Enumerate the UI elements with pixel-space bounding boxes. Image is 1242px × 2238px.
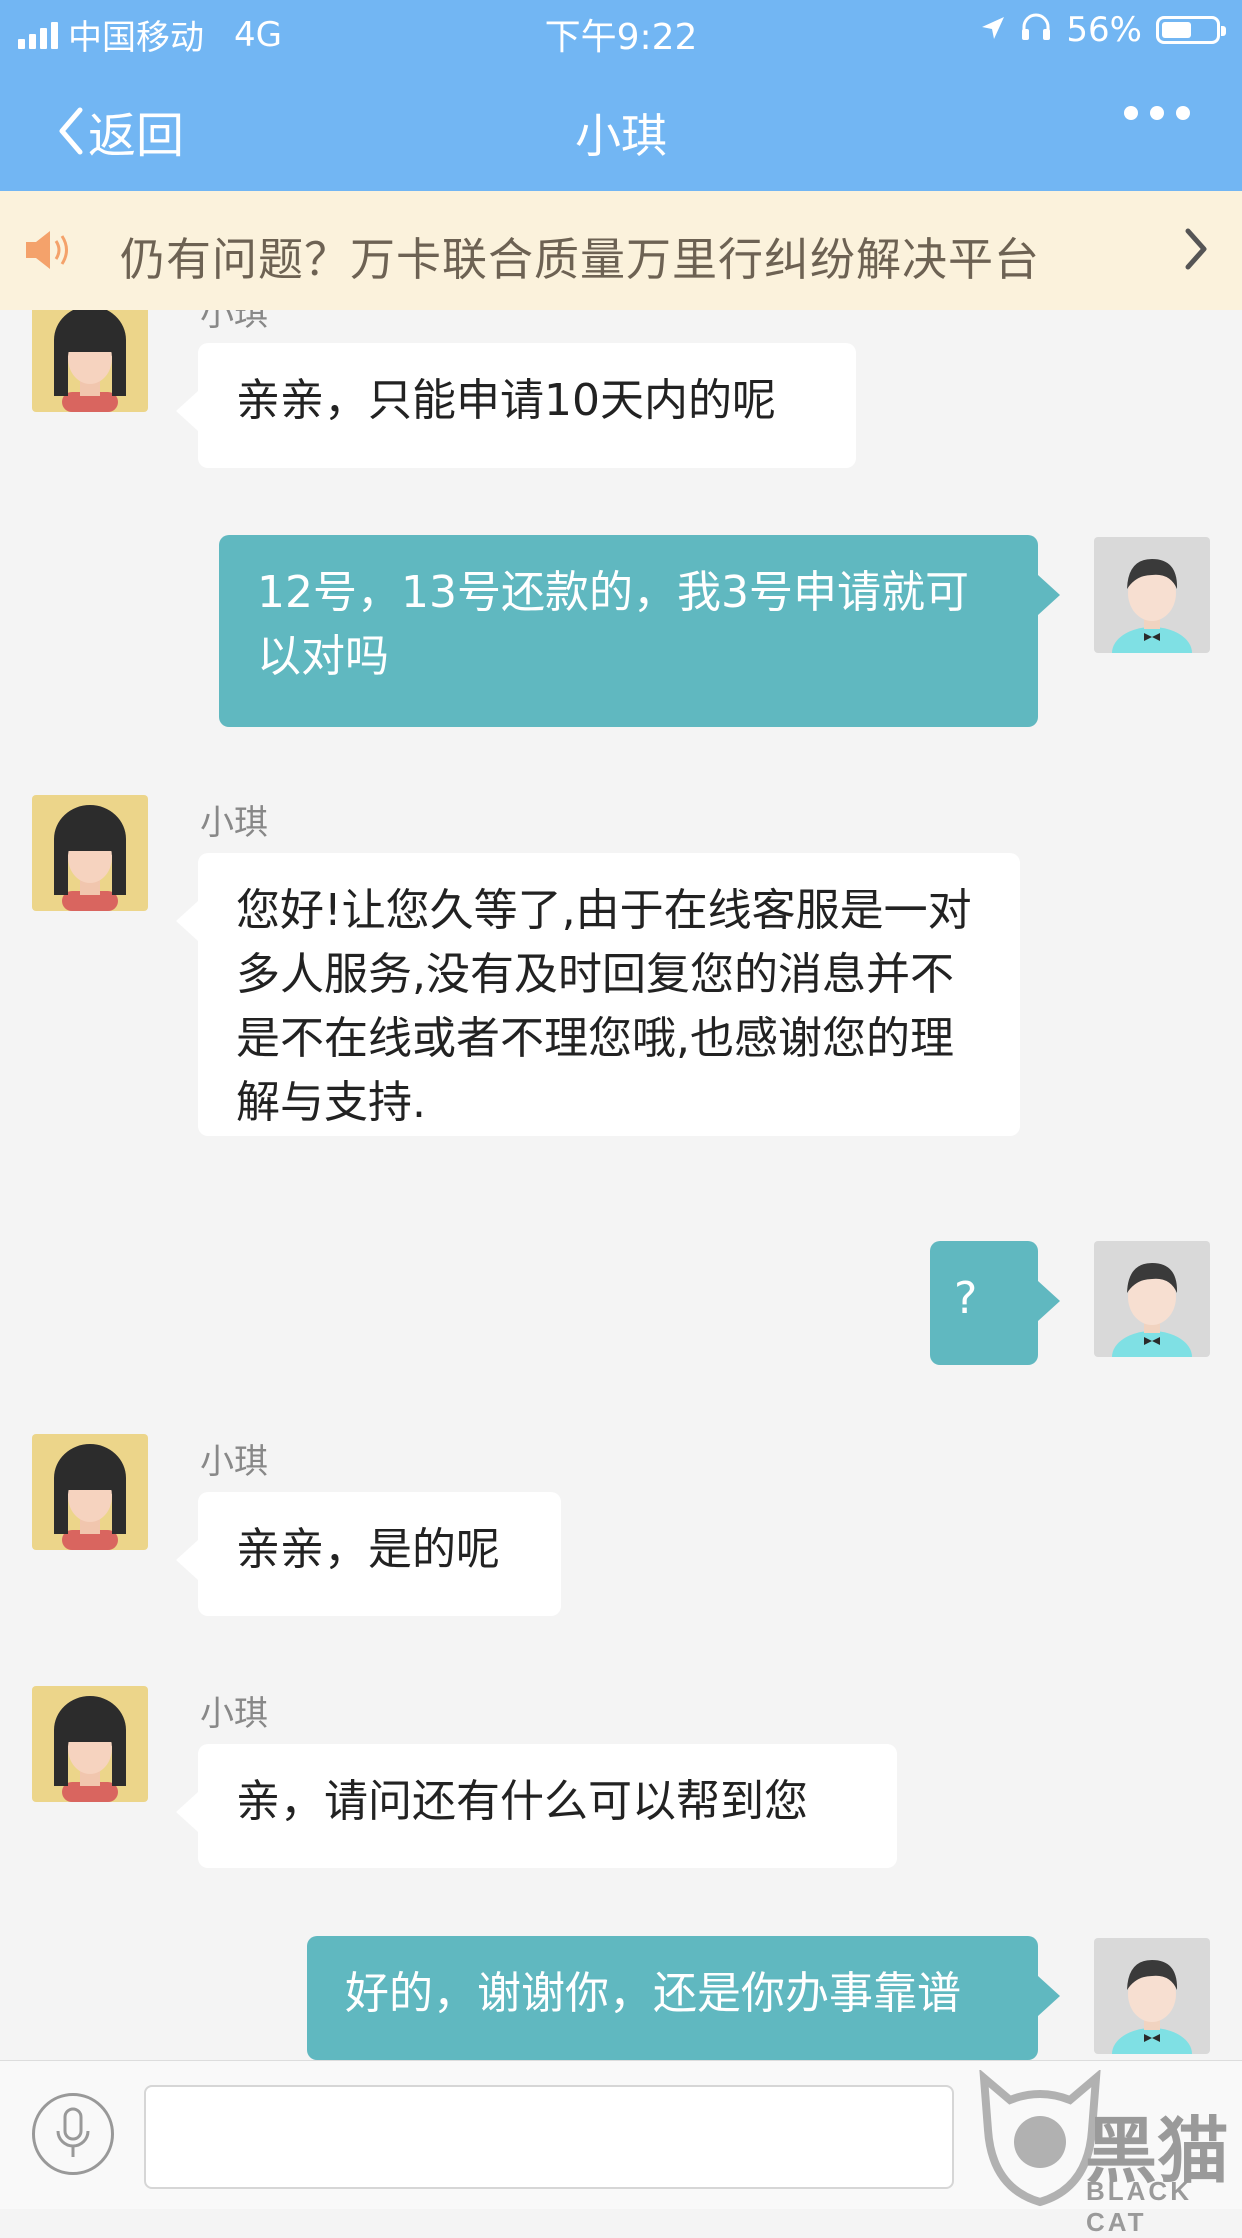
battery-fill [1162, 22, 1191, 38]
notice-text: 仍有问题？万卡联合质量万里行纠纷解决平台 [120, 233, 1041, 286]
message-bubble-outgoing: 12号，13号还款的，我3号申请就可以对吗 [219, 535, 1060, 727]
message-bubble-outgoing: 好的，谢谢你，还是你办事靠谱 [307, 1936, 1060, 2060]
battery-icon [1156, 16, 1226, 44]
agent-name: 小琪 [200, 1442, 268, 1482]
more-button[interactable] [1124, 106, 1190, 120]
user-avatar [1094, 1241, 1210, 1357]
agent-avatar [32, 795, 148, 911]
navbar: 返回 小琪 [0, 62, 1242, 191]
message-bubble-outgoing: ? [930, 1241, 1060, 1365]
microphone-icon [56, 2107, 90, 2157]
agent-name: 小琪 [200, 310, 268, 334]
chevron-right-icon [1184, 225, 1210, 277]
dot-icon [1176, 106, 1190, 120]
message-bubble-incoming: 亲亲，是的呢 [176, 1492, 561, 1616]
message-bubble-incoming: 亲亲，只能申请10天内的呢 [176, 343, 856, 468]
message-bubble-incoming: 亲，请问还有什么可以帮到您 [176, 1744, 897, 1868]
dot-icon [1124, 106, 1138, 120]
user-avatar [1094, 1938, 1210, 2054]
dot-icon [1150, 106, 1164, 120]
message-input[interactable] [144, 2085, 954, 2189]
agent-avatar [32, 1434, 148, 1550]
chat-area[interactable]: 小琪 亲亲，只能申请10天内的呢 12号，13号还款的，我3号申请就可以对吗 小… [0, 310, 1242, 2060]
message-bubble-incoming: 您好!让您久等了,由于在线客服是一对多人服务,没有及时回复您的消息并不是不在线或… [176, 853, 1020, 1136]
watermark-subtext: BLACK CAT [1086, 2176, 1192, 2237]
agent-avatar [32, 1686, 148, 1802]
speaker-icon [24, 227, 74, 277]
battery-percent: 56% [1066, 10, 1142, 50]
user-avatar [1094, 537, 1210, 653]
headphones-icon [1020, 10, 1052, 50]
notice-banner[interactable]: 仍有问题？万卡联合质量万里行纠纷解决平台 [0, 191, 1242, 310]
agent-avatar [32, 310, 148, 412]
header: 中国移动 4G 下午9:22 56% 返回 小琪 [0, 0, 1242, 191]
page-title: 小琪 [575, 109, 667, 163]
microphone-button[interactable] [32, 2093, 114, 2175]
location-icon [980, 10, 1006, 50]
agent-name: 小琪 [200, 803, 268, 843]
agent-name: 小琪 [200, 1694, 268, 1734]
status-bar: 中国移动 4G 下午9:22 56% [0, 0, 1242, 62]
